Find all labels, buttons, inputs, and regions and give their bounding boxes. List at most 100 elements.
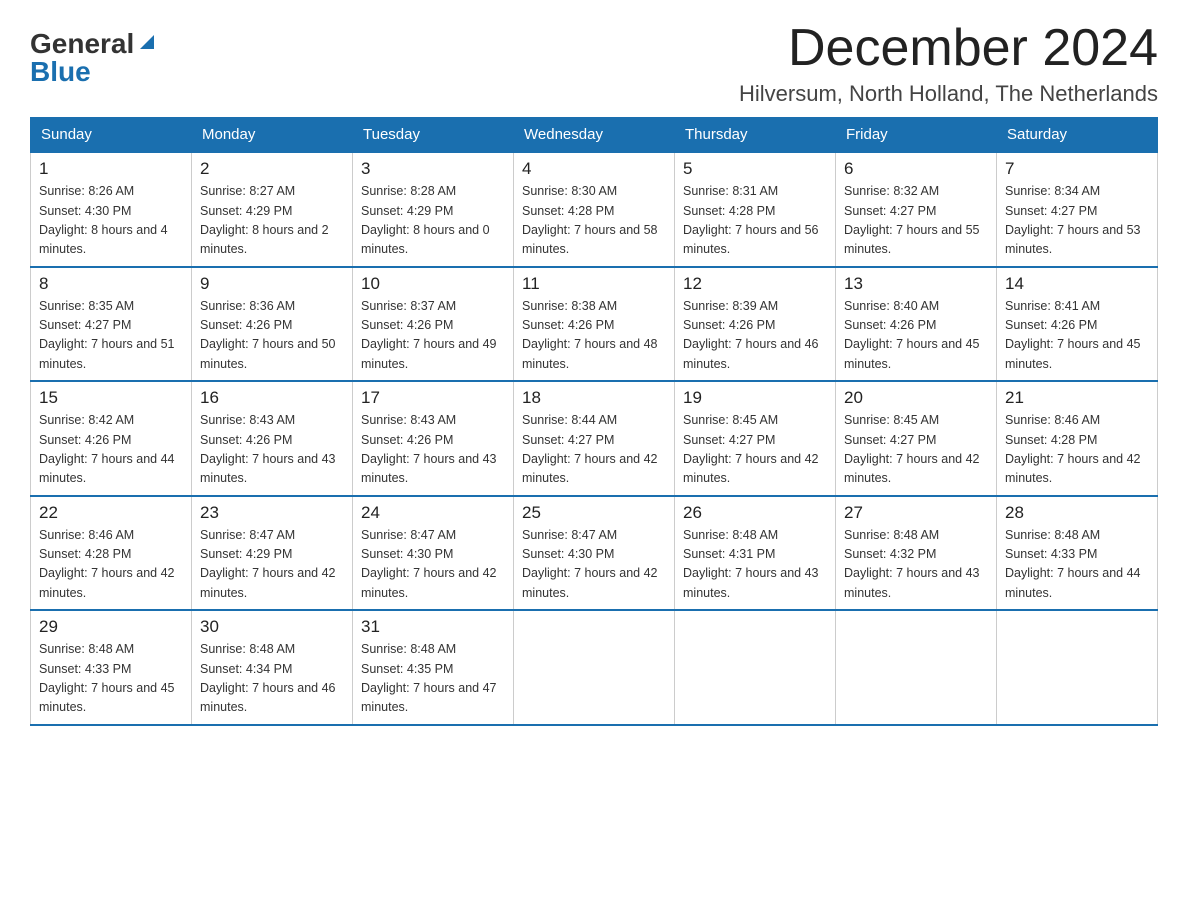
calendar-cell: 23 Sunrise: 8:47 AMSunset: 4:29 PMDaylig…	[192, 496, 353, 611]
title-area: December 2024 Hilversum, North Holland, …	[739, 20, 1158, 107]
day-number: 11	[522, 274, 666, 294]
day-number: 1	[39, 159, 183, 179]
week-row-4: 22 Sunrise: 8:46 AMSunset: 4:28 PMDaylig…	[31, 496, 1158, 611]
calendar-cell: 17 Sunrise: 8:43 AMSunset: 4:26 PMDaylig…	[353, 381, 514, 496]
calendar-cell: 1 Sunrise: 8:26 AMSunset: 4:30 PMDayligh…	[31, 152, 192, 267]
day-number: 23	[200, 503, 344, 523]
day-info: Sunrise: 8:46 AMSunset: 4:28 PMDaylight:…	[39, 526, 183, 604]
day-number: 28	[1005, 503, 1149, 523]
day-info: Sunrise: 8:35 AMSunset: 4:27 PMDaylight:…	[39, 297, 183, 375]
day-info: Sunrise: 8:26 AMSunset: 4:30 PMDaylight:…	[39, 182, 183, 260]
day-info: Sunrise: 8:38 AMSunset: 4:26 PMDaylight:…	[522, 297, 666, 375]
day-info: Sunrise: 8:47 AMSunset: 4:30 PMDaylight:…	[522, 526, 666, 604]
calendar-cell: 26 Sunrise: 8:48 AMSunset: 4:31 PMDaylig…	[675, 496, 836, 611]
calendar-cell	[997, 610, 1158, 725]
day-info: Sunrise: 8:48 AMSunset: 4:35 PMDaylight:…	[361, 640, 505, 718]
logo-triangle-icon	[136, 31, 158, 53]
calendar-cell: 19 Sunrise: 8:45 AMSunset: 4:27 PMDaylig…	[675, 381, 836, 496]
calendar-cell: 12 Sunrise: 8:39 AMSunset: 4:26 PMDaylig…	[675, 267, 836, 382]
day-info: Sunrise: 8:47 AMSunset: 4:29 PMDaylight:…	[200, 526, 344, 604]
day-info: Sunrise: 8:32 AMSunset: 4:27 PMDaylight:…	[844, 182, 988, 260]
weekday-header-friday: Friday	[836, 118, 997, 153]
calendar-cell: 3 Sunrise: 8:28 AMSunset: 4:29 PMDayligh…	[353, 152, 514, 267]
day-info: Sunrise: 8:34 AMSunset: 4:27 PMDaylight:…	[1005, 182, 1149, 260]
day-info: Sunrise: 8:36 AMSunset: 4:26 PMDaylight:…	[200, 297, 344, 375]
day-info: Sunrise: 8:28 AMSunset: 4:29 PMDaylight:…	[361, 182, 505, 260]
calendar-table: SundayMondayTuesdayWednesdayThursdayFrid…	[30, 117, 1158, 726]
calendar-cell: 18 Sunrise: 8:44 AMSunset: 4:27 PMDaylig…	[514, 381, 675, 496]
day-info: Sunrise: 8:48 AMSunset: 4:31 PMDaylight:…	[683, 526, 827, 604]
day-number: 12	[683, 274, 827, 294]
day-number: 26	[683, 503, 827, 523]
week-row-3: 15 Sunrise: 8:42 AMSunset: 4:26 PMDaylig…	[31, 381, 1158, 496]
day-info: Sunrise: 8:42 AMSunset: 4:26 PMDaylight:…	[39, 411, 183, 489]
day-number: 9	[200, 274, 344, 294]
day-number: 7	[1005, 159, 1149, 179]
day-info: Sunrise: 8:39 AMSunset: 4:26 PMDaylight:…	[683, 297, 827, 375]
day-number: 24	[361, 503, 505, 523]
day-info: Sunrise: 8:45 AMSunset: 4:27 PMDaylight:…	[844, 411, 988, 489]
day-info: Sunrise: 8:31 AMSunset: 4:28 PMDaylight:…	[683, 182, 827, 260]
day-info: Sunrise: 8:44 AMSunset: 4:27 PMDaylight:…	[522, 411, 666, 489]
day-number: 15	[39, 388, 183, 408]
day-number: 10	[361, 274, 505, 294]
day-number: 22	[39, 503, 183, 523]
calendar-cell: 11 Sunrise: 8:38 AMSunset: 4:26 PMDaylig…	[514, 267, 675, 382]
calendar-cell: 16 Sunrise: 8:43 AMSunset: 4:26 PMDaylig…	[192, 381, 353, 496]
day-number: 19	[683, 388, 827, 408]
calendar-cell: 4 Sunrise: 8:30 AMSunset: 4:28 PMDayligh…	[514, 152, 675, 267]
calendar-cell: 30 Sunrise: 8:48 AMSunset: 4:34 PMDaylig…	[192, 610, 353, 725]
day-info: Sunrise: 8:27 AMSunset: 4:29 PMDaylight:…	[200, 182, 344, 260]
calendar-cell: 22 Sunrise: 8:46 AMSunset: 4:28 PMDaylig…	[31, 496, 192, 611]
calendar-cell	[836, 610, 997, 725]
day-number: 18	[522, 388, 666, 408]
day-info: Sunrise: 8:48 AMSunset: 4:34 PMDaylight:…	[200, 640, 344, 718]
calendar-cell: 21 Sunrise: 8:46 AMSunset: 4:28 PMDaylig…	[997, 381, 1158, 496]
calendar-cell: 25 Sunrise: 8:47 AMSunset: 4:30 PMDaylig…	[514, 496, 675, 611]
weekday-header-monday: Monday	[192, 118, 353, 153]
day-info: Sunrise: 8:45 AMSunset: 4:27 PMDaylight:…	[683, 411, 827, 489]
day-number: 29	[39, 617, 183, 637]
day-number: 8	[39, 274, 183, 294]
day-info: Sunrise: 8:46 AMSunset: 4:28 PMDaylight:…	[1005, 411, 1149, 489]
logo: General Blue	[30, 28, 158, 88]
day-number: 4	[522, 159, 666, 179]
day-number: 14	[1005, 274, 1149, 294]
calendar-cell: 31 Sunrise: 8:48 AMSunset: 4:35 PMDaylig…	[353, 610, 514, 725]
calendar-cell: 14 Sunrise: 8:41 AMSunset: 4:26 PMDaylig…	[997, 267, 1158, 382]
calendar-cell: 13 Sunrise: 8:40 AMSunset: 4:26 PMDaylig…	[836, 267, 997, 382]
day-info: Sunrise: 8:48 AMSunset: 4:33 PMDaylight:…	[1005, 526, 1149, 604]
day-number: 2	[200, 159, 344, 179]
week-row-1: 1 Sunrise: 8:26 AMSunset: 4:30 PMDayligh…	[31, 152, 1158, 267]
week-row-2: 8 Sunrise: 8:35 AMSunset: 4:27 PMDayligh…	[31, 267, 1158, 382]
calendar-cell: 6 Sunrise: 8:32 AMSunset: 4:27 PMDayligh…	[836, 152, 997, 267]
day-info: Sunrise: 8:48 AMSunset: 4:33 PMDaylight:…	[39, 640, 183, 718]
day-info: Sunrise: 8:30 AMSunset: 4:28 PMDaylight:…	[522, 182, 666, 260]
location-subtitle: Hilversum, North Holland, The Netherland…	[739, 81, 1158, 107]
day-info: Sunrise: 8:41 AMSunset: 4:26 PMDaylight:…	[1005, 297, 1149, 375]
weekday-header-wednesday: Wednesday	[514, 118, 675, 153]
day-number: 25	[522, 503, 666, 523]
calendar-cell: 29 Sunrise: 8:48 AMSunset: 4:33 PMDaylig…	[31, 610, 192, 725]
day-number: 27	[844, 503, 988, 523]
week-row-5: 29 Sunrise: 8:48 AMSunset: 4:33 PMDaylig…	[31, 610, 1158, 725]
day-number: 21	[1005, 388, 1149, 408]
calendar-cell: 9 Sunrise: 8:36 AMSunset: 4:26 PMDayligh…	[192, 267, 353, 382]
day-number: 3	[361, 159, 505, 179]
day-info: Sunrise: 8:43 AMSunset: 4:26 PMDaylight:…	[200, 411, 344, 489]
page-header: General Blue December 2024 Hilversum, No…	[30, 20, 1158, 107]
weekday-header-thursday: Thursday	[675, 118, 836, 153]
day-number: 17	[361, 388, 505, 408]
calendar-cell: 24 Sunrise: 8:47 AMSunset: 4:30 PMDaylig…	[353, 496, 514, 611]
weekday-header-sunday: Sunday	[31, 118, 192, 153]
calendar-cell: 7 Sunrise: 8:34 AMSunset: 4:27 PMDayligh…	[997, 152, 1158, 267]
day-number: 6	[844, 159, 988, 179]
day-number: 31	[361, 617, 505, 637]
day-number: 20	[844, 388, 988, 408]
calendar-cell: 28 Sunrise: 8:48 AMSunset: 4:33 PMDaylig…	[997, 496, 1158, 611]
calendar-cell: 8 Sunrise: 8:35 AMSunset: 4:27 PMDayligh…	[31, 267, 192, 382]
day-info: Sunrise: 8:43 AMSunset: 4:26 PMDaylight:…	[361, 411, 505, 489]
day-info: Sunrise: 8:40 AMSunset: 4:26 PMDaylight:…	[844, 297, 988, 375]
day-info: Sunrise: 8:47 AMSunset: 4:30 PMDaylight:…	[361, 526, 505, 604]
calendar-cell	[514, 610, 675, 725]
